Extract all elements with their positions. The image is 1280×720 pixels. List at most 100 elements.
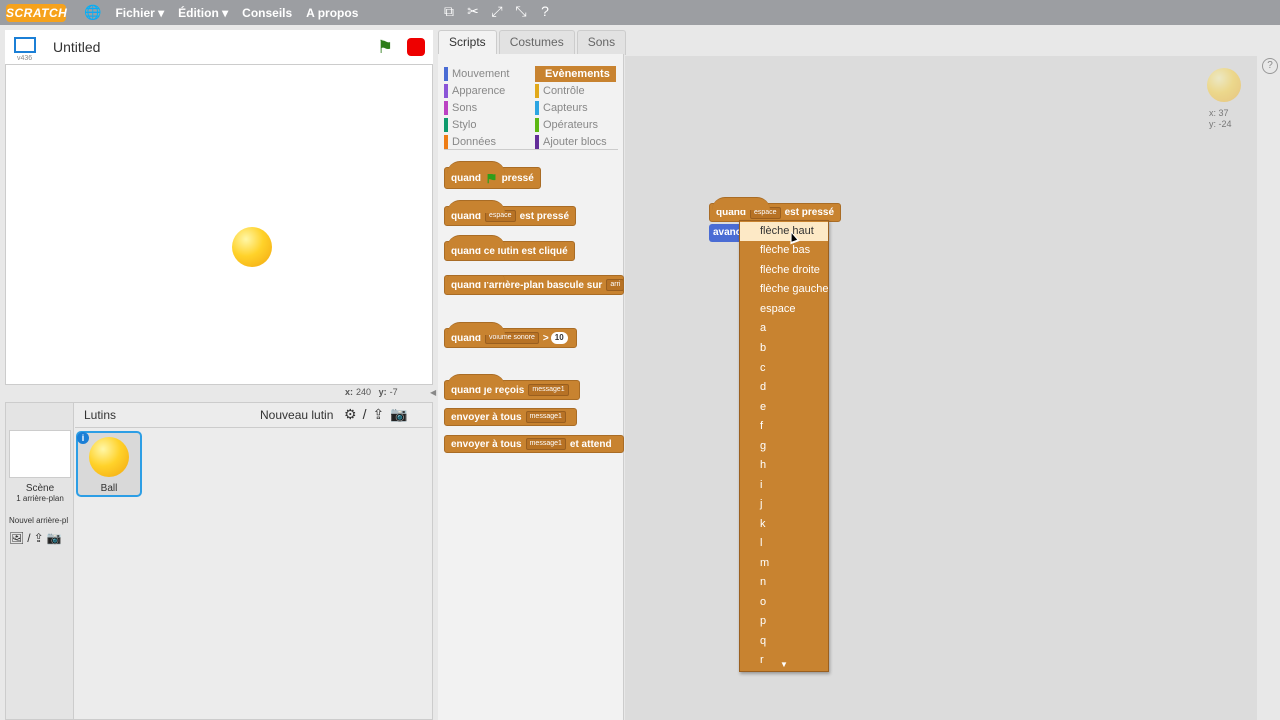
- paint-brush-icon[interactable]: /: [27, 531, 30, 545]
- dropdown-item[interactable]: g: [740, 437, 828, 456]
- dropdown-item[interactable]: o: [740, 593, 828, 612]
- block-when-i-receive[interactable]: quand je reçois message1: [444, 374, 580, 400]
- dropdown-item[interactable]: q: [740, 632, 828, 651]
- dropdown-item[interactable]: b: [740, 339, 828, 358]
- sprite-pane: Scène 1 arrière-plan Nouvel arrière-pl 🖼…: [5, 402, 433, 720]
- category-swatch: [535, 135, 539, 149]
- dropdown-item[interactable]: c: [740, 359, 828, 378]
- shrink-icon[interactable]: ⤡: [513, 3, 529, 20]
- menu-tips[interactable]: Conseils: [242, 6, 292, 20]
- tab-scripts[interactable]: Scripts: [438, 30, 497, 55]
- block-when-key-pressed[interactable]: quand espace est pressé: [444, 200, 577, 226]
- grow-icon[interactable]: ⤢: [489, 3, 505, 20]
- script-area[interactable]: [625, 56, 1257, 720]
- sprite-card-ball[interactable]: i Ball: [76, 431, 142, 497]
- dropdown-item[interactable]: l: [740, 534, 828, 553]
- category-sound[interactable]: Sons: [444, 100, 477, 116]
- collapse-arrow-icon[interactable]: ◀: [430, 388, 436, 397]
- backdrop-dropdown[interactable]: arri: [606, 279, 623, 291]
- stage-canvas[interactable]: [5, 64, 433, 385]
- category-swatch: [535, 101, 539, 115]
- scratch-logo[interactable]: SCRATCH: [6, 3, 67, 22]
- scene-thumbnail[interactable]: [9, 430, 71, 478]
- category-operators[interactable]: Opérateurs: [535, 117, 598, 133]
- dropdown-item[interactable]: flèche haut: [740, 222, 828, 241]
- dropdown-item[interactable]: p: [740, 612, 828, 631]
- language-globe-icon[interactable]: 🌐: [84, 4, 101, 21]
- category-data[interactable]: Données: [444, 134, 496, 150]
- dropdown-item[interactable]: m: [740, 554, 828, 573]
- category-events[interactable]: Evènements: [535, 66, 616, 82]
- key-dropdown[interactable]: espace: [485, 210, 516, 222]
- camera-icon[interactable]: 📷: [390, 406, 407, 423]
- stage-header: v436 Untitled ⚑: [5, 30, 433, 64]
- scroll-down-arrow-icon[interactable]: ▼: [780, 660, 788, 669]
- green-flag-icon: ⚑: [485, 169, 498, 186]
- block-when-sensor-greater[interactable]: quand volume sonore > 10: [444, 322, 577, 348]
- sprite-name: Ball: [100, 483, 118, 494]
- sprites-header: Lutins Nouveau lutin ⚙ / ⇪ 📷: [75, 403, 432, 428]
- menu-file[interactable]: Fichier ▾: [115, 6, 164, 20]
- dropdown-item[interactable]: i: [740, 476, 828, 495]
- block-when-backdrop-switches[interactable]: quand l'arrière-plan bascule sur arri: [444, 275, 624, 295]
- version-label: v436: [17, 55, 33, 62]
- upload-icon[interactable]: ⇪: [34, 531, 44, 545]
- dropdown-item[interactable]: d: [740, 378, 828, 397]
- dropdown-item[interactable]: h: [740, 456, 828, 475]
- tab-sounds[interactable]: Sons: [576, 30, 627, 55]
- sprite-library-icon[interactable]: ⚙: [344, 406, 357, 423]
- category-swatch: [535, 118, 539, 132]
- category-more-blocks[interactable]: Ajouter blocs: [535, 134, 607, 150]
- threshold-input[interactable]: 10: [550, 332, 568, 344]
- category-looks[interactable]: Apparence: [444, 83, 505, 99]
- camera-icon[interactable]: 📷: [47, 531, 62, 545]
- image-icon[interactable]: 🖼: [9, 531, 24, 545]
- dropdown-item[interactable]: k: [740, 515, 828, 534]
- key-dropdown[interactable]: espace: [750, 206, 781, 219]
- fullscreen-icon[interactable]: [14, 37, 36, 53]
- dropdown-item[interactable]: n: [740, 573, 828, 592]
- dropdown-item[interactable]: j: [740, 495, 828, 514]
- category-swatch: [444, 101, 448, 115]
- current-sprite-preview: [1207, 68, 1241, 102]
- dropdown-item[interactable]: a: [740, 319, 828, 338]
- message-dropdown[interactable]: message1: [525, 411, 566, 423]
- block-when-sprite-clicked[interactable]: quand ce lutin est cliqué: [444, 235, 575, 261]
- copy-stamp-icon[interactable]: ⧉: [441, 3, 457, 20]
- dropdown-item[interactable]: flèche gauche: [740, 280, 828, 299]
- green-flag-icon[interactable]: ⚑: [377, 37, 393, 58]
- block-broadcast[interactable]: envoyer à tous message1: [444, 408, 577, 426]
- help-icon[interactable]: ?: [1262, 58, 1278, 74]
- block-broadcast-and-wait[interactable]: envoyer à tous message1 et attend: [444, 435, 624, 453]
- dropdown-item[interactable]: espace: [740, 300, 828, 319]
- category-swatch: [444, 118, 448, 132]
- menu-about[interactable]: A propos: [306, 6, 358, 20]
- help-icon[interactable]: ?: [537, 3, 553, 20]
- project-title[interactable]: Untitled: [53, 39, 100, 55]
- dropdown-item[interactable]: f: [740, 417, 828, 436]
- menu-edit[interactable]: Édition ▾: [178, 6, 228, 20]
- sprites-title: Lutins: [84, 408, 117, 422]
- dropdown-item[interactable]: flèche droite: [740, 261, 828, 280]
- block-when-flag-clicked[interactable]: quand ⚑ pressé: [444, 161, 541, 189]
- cut-icon[interactable]: ✂: [465, 3, 481, 20]
- category-list: Mouvement Apparence Sons Stylo Données E…: [444, 60, 618, 150]
- message-dropdown[interactable]: message1: [525, 438, 566, 450]
- category-sensing[interactable]: Capteurs: [535, 100, 588, 116]
- ball-sprite[interactable]: [232, 227, 272, 267]
- category-swatch: [444, 67, 448, 81]
- category-control[interactable]: Contrôle: [535, 83, 585, 99]
- paint-brush-icon[interactable]: /: [363, 406, 367, 423]
- category-motion[interactable]: Mouvement: [444, 66, 509, 82]
- upload-icon[interactable]: ⇪: [372, 406, 384, 423]
- new-sprite-label: Nouveau lutin: [260, 408, 334, 422]
- category-swatch: [444, 135, 448, 149]
- message-dropdown[interactable]: message1: [528, 384, 569, 396]
- dropdown-item[interactable]: flèche bas: [740, 241, 828, 260]
- tab-costumes[interactable]: Costumes: [498, 30, 575, 55]
- dropdown-item[interactable]: e: [740, 398, 828, 417]
- stop-icon[interactable]: [407, 38, 425, 56]
- category-pen[interactable]: Stylo: [444, 117, 476, 133]
- info-icon[interactable]: i: [77, 432, 89, 444]
- sensor-dropdown[interactable]: volume sonore: [485, 332, 539, 344]
